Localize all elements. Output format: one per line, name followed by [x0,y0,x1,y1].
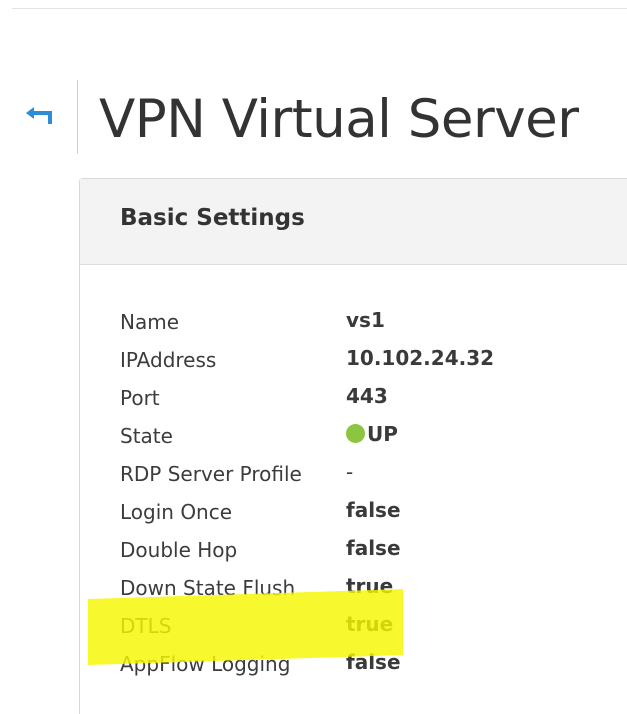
setting-value: true [346,574,394,598]
setting-row-port: Port 443 [120,379,627,417]
back-button[interactable] [22,104,60,134]
setting-value: false [346,536,401,560]
setting-label: State [120,424,173,448]
top-rule [12,8,627,9]
setting-value: false [346,498,401,522]
setting-row-appflow-logging: AppFlow Logging false [120,645,627,683]
setting-value: vs1 [346,308,385,332]
setting-row-down-state-flush: Down State Flush true [120,569,627,607]
back-arrow-icon [26,107,52,124]
setting-row-dtls: DTLS true [120,607,627,645]
setting-value: true [346,612,394,636]
setting-row-name: Name vs1 [120,303,627,341]
setting-label: Login Once [120,500,233,524]
setting-value: 443 [346,384,388,408]
basic-settings-panel: Basic Settings Name vs1 IPAddress 10.102… [79,178,627,714]
setting-label: DTLS [120,614,172,638]
setting-value: - [346,460,354,484]
setting-value: false [346,650,401,674]
setting-label: RDP Server Profile [120,462,302,486]
status-up-icon [346,424,365,443]
setting-label: Double Hop [120,538,238,562]
settings-list: Name vs1 IPAddress 10.102.24.32 Port 443… [120,303,627,683]
setting-row-ipaddress: IPAddress 10.102.24.32 [120,341,627,379]
setting-row-login-once: Login Once false [120,493,627,531]
panel-header: Basic Settings [80,179,627,265]
title-divider [77,80,78,154]
page-title: VPN Virtual Server [99,89,579,150]
setting-label: IPAddress [120,348,217,372]
setting-label: Name [120,310,180,334]
setting-label: AppFlow Logging [120,652,291,676]
setting-row-rdp-server-profile: RDP Server Profile - [120,455,627,493]
setting-value: 10.102.24.32 [346,346,495,370]
setting-row-state: State UP [120,417,627,455]
setting-row-double-hop: Double Hop false [120,531,627,569]
state-indicator: UP [346,417,398,453]
panel-title: Basic Settings [120,205,305,231]
setting-value: UP [367,422,398,446]
setting-label: Down State Flush [120,576,296,600]
setting-label: Port [120,386,160,410]
